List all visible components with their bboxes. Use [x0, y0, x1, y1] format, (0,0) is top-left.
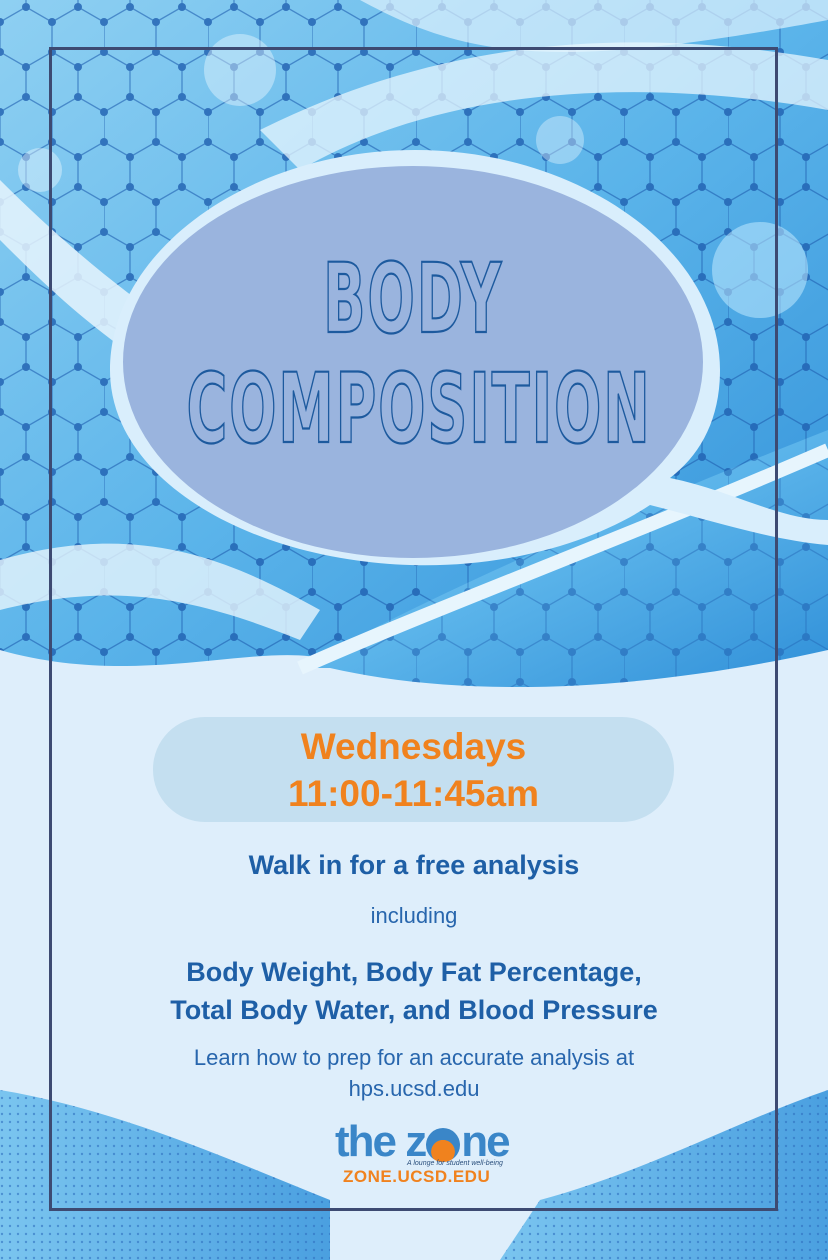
learn-more-text: Learn how to prep for an accurate analys…: [60, 1042, 768, 1104]
the-zone-logo: the z ne A lounge for student well-being …: [335, 1120, 511, 1190]
logo-word-after: ne: [461, 1117, 510, 1166]
metrics-list: Body Weight, Body Fat Percentage, Total …: [60, 953, 768, 1029]
metrics-line-1: Body Weight, Body Fat Percentage,: [186, 957, 642, 987]
logo-tagline: A lounge for student well-being: [407, 1160, 503, 1167]
schedule-pill: Wednesdays 11:00-11:45am: [153, 717, 674, 822]
learn-url[interactable]: hps.ucsd.edu: [60, 1073, 768, 1104]
metrics-line-2: Total Body Water, and Blood Pressure: [170, 995, 658, 1025]
poster-frame: [49, 47, 778, 1211]
sunset-o-icon: [426, 1128, 461, 1162]
learn-line-1: Learn how to prep for an accurate analys…: [193, 1045, 635, 1070]
including-text: including: [370, 903, 458, 928]
schedule-day: Wednesdays: [300, 726, 527, 767]
schedule-time: 11:00-11:45am: [288, 773, 539, 814]
poster: BODY COMPOSITION Wednesdays 11:00-11:45a…: [0, 0, 828, 1260]
logo-word-before: the z: [335, 1117, 427, 1166]
logo-wordmark: the z ne: [335, 1117, 511, 1166]
logo-url[interactable]: ZONE.UCSD.EDU: [343, 1167, 490, 1187]
walk-in-text: Walk in for a free analysis: [248, 850, 580, 880]
